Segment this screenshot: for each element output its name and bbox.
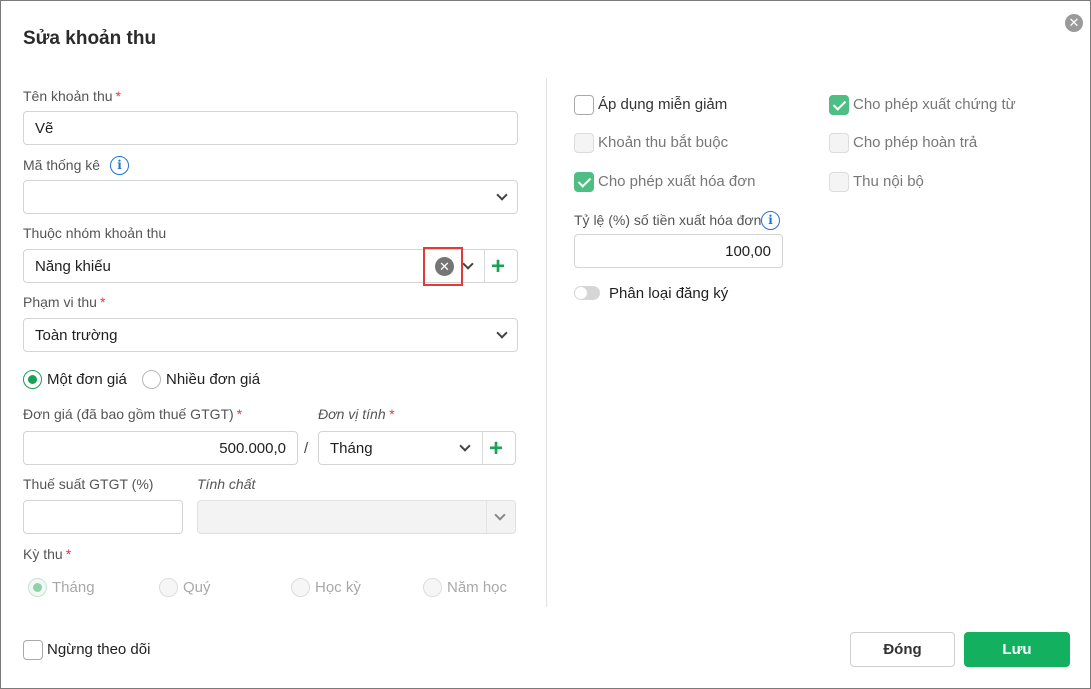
registration-label: Phân loại đăng ký bbox=[609, 285, 729, 302]
nature-select bbox=[197, 500, 516, 534]
stat-code-label: Mã thống kê bbox=[23, 157, 101, 173]
mandatory-checkbox bbox=[574, 133, 594, 153]
fee-name-input[interactable]: Vẽ bbox=[23, 111, 518, 145]
stop-tracking-label: Ngừng theo dõi bbox=[47, 641, 151, 658]
receipt-export-label: Cho phép xuất chứng từ bbox=[853, 96, 1016, 113]
close-icon[interactable]: ✕ bbox=[1065, 14, 1083, 32]
add-unit-icon[interactable]: + bbox=[489, 437, 503, 461]
refund-checkbox bbox=[829, 133, 849, 153]
column-divider bbox=[546, 78, 547, 607]
refund-label: Cho phép hoàn trả bbox=[853, 134, 978, 151]
info-icon[interactable]: i bbox=[761, 211, 780, 230]
period-semester-label: Học kỳ bbox=[315, 579, 361, 596]
nature-label: Tính chất bbox=[197, 476, 256, 492]
chevron-down-icon[interactable] bbox=[462, 258, 474, 270]
dialog-title: Sửa khoản thu bbox=[23, 28, 157, 49]
period-semester-radio bbox=[291, 578, 310, 597]
stat-code-select[interactable] bbox=[23, 180, 518, 214]
invoice-rate-value: 100,00 bbox=[725, 243, 771, 260]
period-quarter-radio bbox=[159, 578, 178, 597]
scope-select[interactable]: Toàn trường bbox=[23, 318, 518, 352]
scope-label: Phạm vi thu * bbox=[23, 294, 106, 310]
invoice-export-label: Cho phép xuất hóa đơn bbox=[598, 173, 756, 190]
chevron-down-icon bbox=[496, 189, 508, 201]
info-icon[interactable]: i bbox=[110, 156, 129, 175]
discount-checkbox[interactable] bbox=[574, 95, 594, 115]
unit-price-label: Đơn giá (đã bao gồm thuế GTGT) * bbox=[23, 406, 243, 422]
save-button[interactable]: Lưu bbox=[964, 632, 1070, 667]
mandatory-label: Khoản thu bắt buộc bbox=[598, 134, 729, 151]
vat-rate-input[interactable] bbox=[23, 500, 183, 534]
slash-separator: / bbox=[304, 440, 309, 457]
scope-value: Toàn trường bbox=[35, 327, 118, 344]
unit-price-value: 500.000,0 bbox=[219, 440, 286, 457]
vat-rate-label: Thuế suất GTGT (%) bbox=[23, 476, 154, 492]
unit-label: Đơn vị tính * bbox=[318, 406, 395, 422]
single-price-radio[interactable] bbox=[23, 370, 42, 389]
add-group-icon[interactable]: + bbox=[491, 255, 505, 279]
multi-price-radio[interactable] bbox=[142, 370, 161, 389]
period-month-label: Tháng bbox=[52, 579, 95, 596]
invoice-export-checkbox[interactable] bbox=[574, 172, 594, 192]
invoice-rate-label: Tỷ lệ (%) số tiền xuất hóa đơn bbox=[574, 212, 762, 228]
invoice-rate-input[interactable]: 100,00 bbox=[574, 234, 783, 268]
internal-checkbox bbox=[829, 172, 849, 192]
close-button[interactable]: Đóng bbox=[850, 632, 955, 667]
highlight-box bbox=[423, 247, 463, 286]
registration-toggle[interactable] bbox=[574, 286, 600, 300]
fee-name-label: Tên khoản thu * bbox=[23, 88, 121, 104]
discount-label: Áp dụng miễn giảm bbox=[598, 96, 728, 113]
divider bbox=[486, 501, 487, 533]
fee-group-value: Năng khiếu bbox=[35, 258, 111, 275]
single-price-label: Một đơn giá bbox=[47, 371, 127, 388]
period-quarter-label: Quý bbox=[183, 579, 211, 596]
stop-tracking-checkbox[interactable] bbox=[23, 640, 43, 660]
internal-label: Thu nội bộ bbox=[853, 173, 924, 190]
receipt-export-checkbox[interactable] bbox=[829, 95, 849, 115]
divider bbox=[482, 432, 483, 464]
chevron-down-icon bbox=[459, 440, 471, 452]
chevron-down-icon bbox=[496, 327, 508, 339]
edit-fee-dialog: Sửa khoản thu ✕ Tên khoản thu * Vẽ Mã thố… bbox=[0, 0, 1091, 689]
period-year-radio bbox=[423, 578, 442, 597]
period-month-radio bbox=[28, 578, 47, 597]
fee-name-value: Vẽ bbox=[35, 120, 54, 137]
fee-group-label: Thuộc nhóm khoản thu bbox=[23, 225, 167, 241]
period-label: Kỳ thu * bbox=[23, 546, 72, 562]
unit-select[interactable]: Tháng + bbox=[318, 431, 516, 465]
divider bbox=[484, 250, 485, 282]
multi-price-label: Nhiều đơn giá bbox=[166, 371, 261, 388]
unit-price-input[interactable]: 500.000,0 bbox=[23, 431, 298, 465]
chevron-down-icon bbox=[494, 509, 506, 521]
unit-value: Tháng bbox=[330, 440, 373, 457]
period-year-label: Năm học bbox=[447, 579, 508, 596]
